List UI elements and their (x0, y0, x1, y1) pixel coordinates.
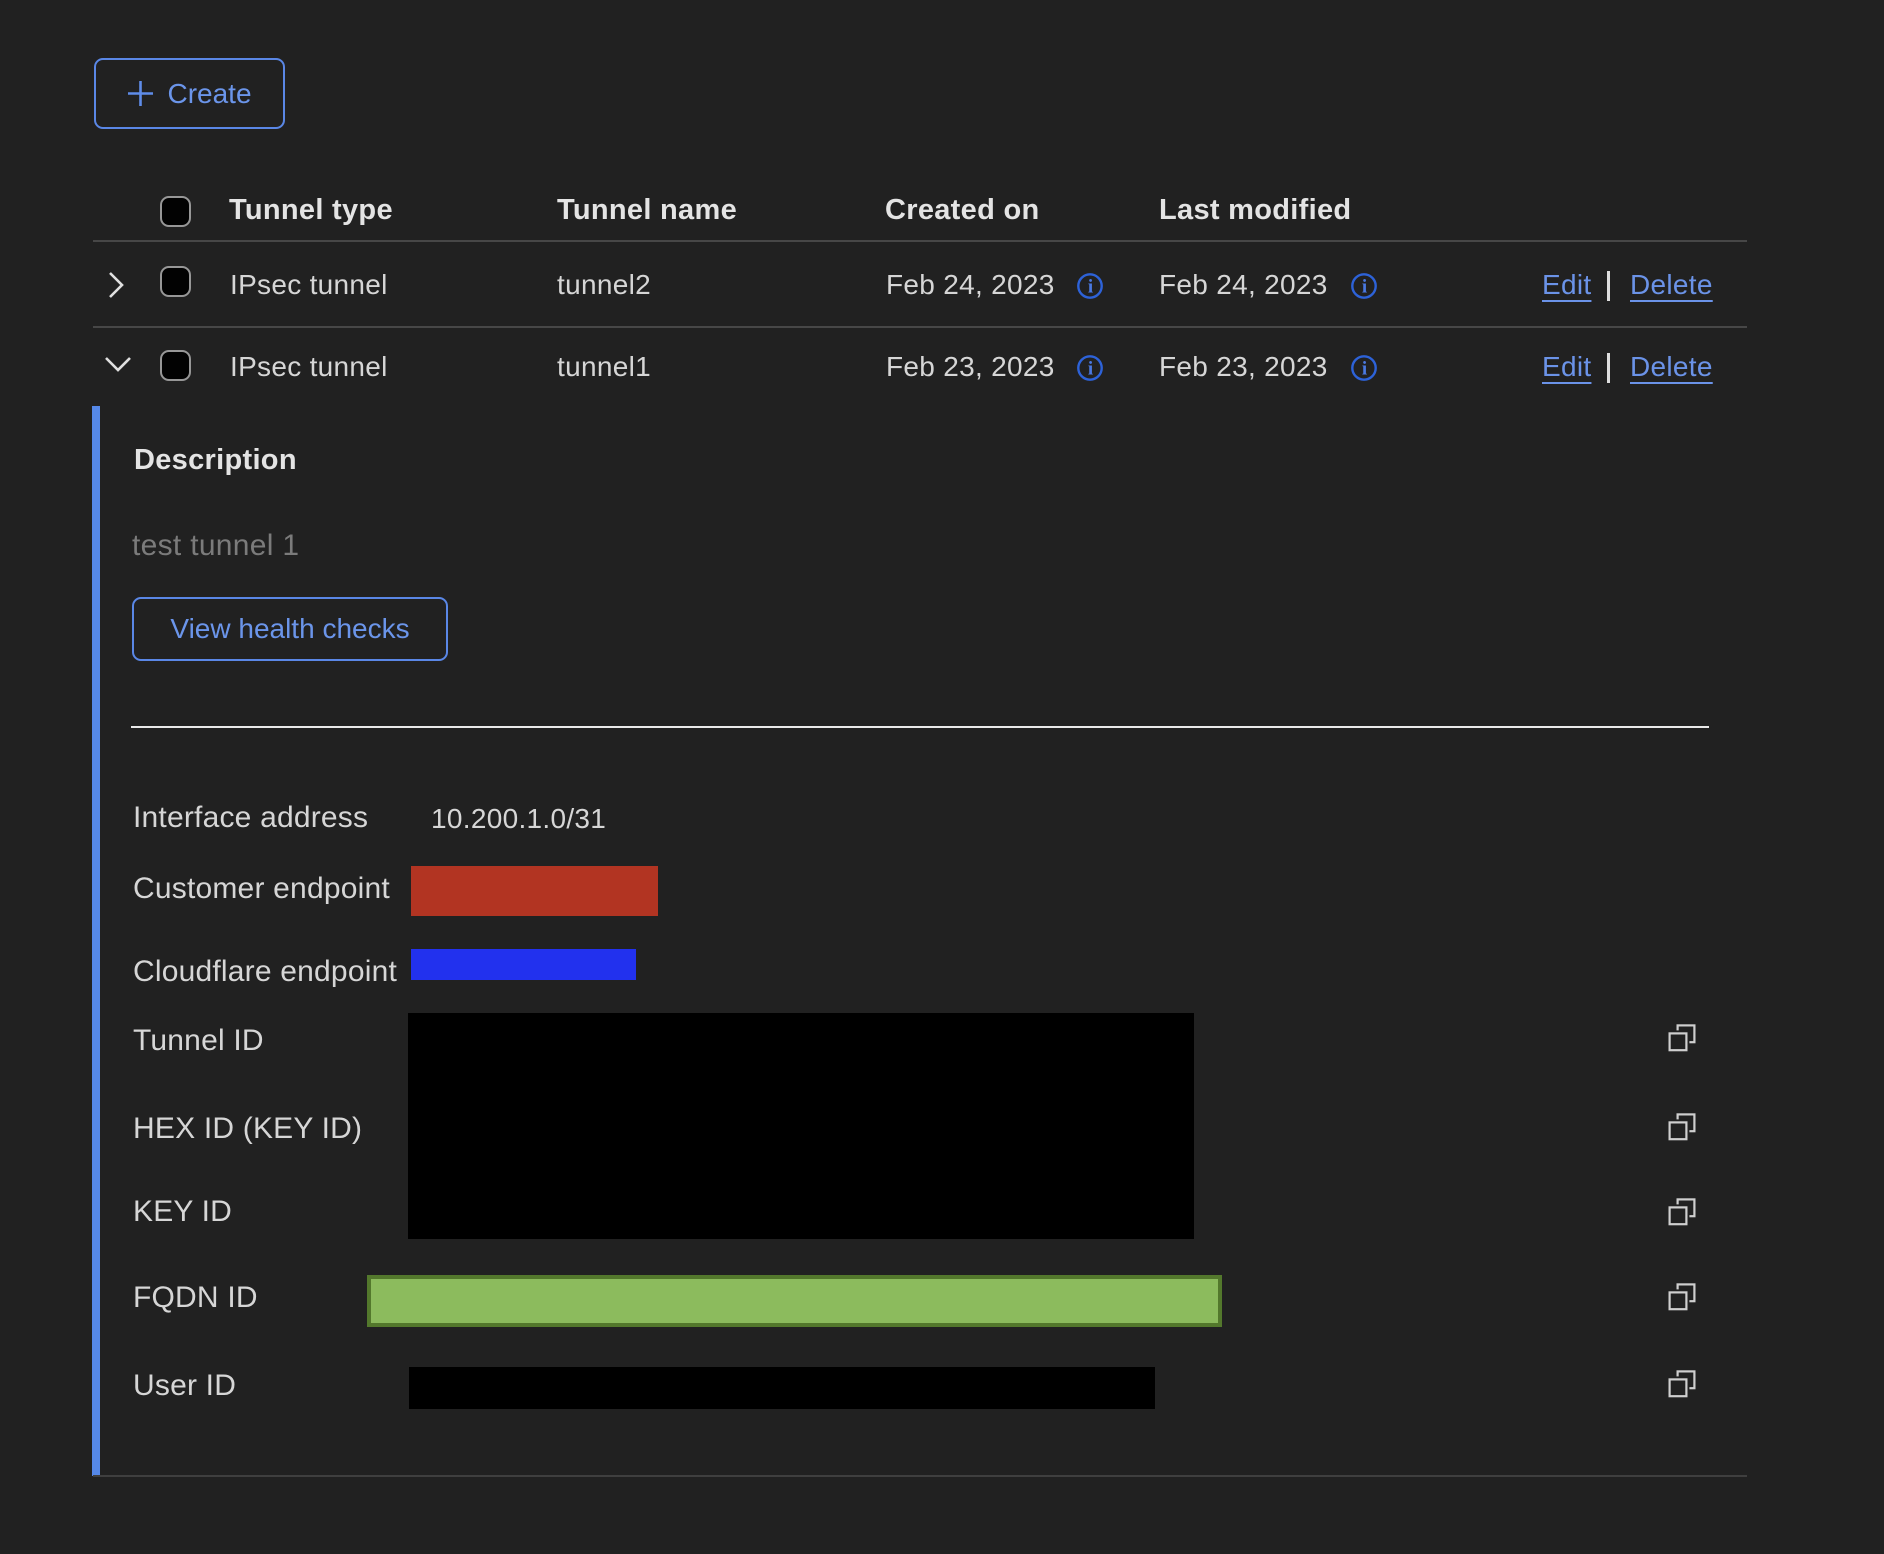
svg-text:i: i (1088, 277, 1093, 298)
svg-text:i: i (1362, 359, 1367, 380)
svg-text:i: i (1362, 277, 1367, 298)
svg-text:i: i (1088, 359, 1093, 380)
